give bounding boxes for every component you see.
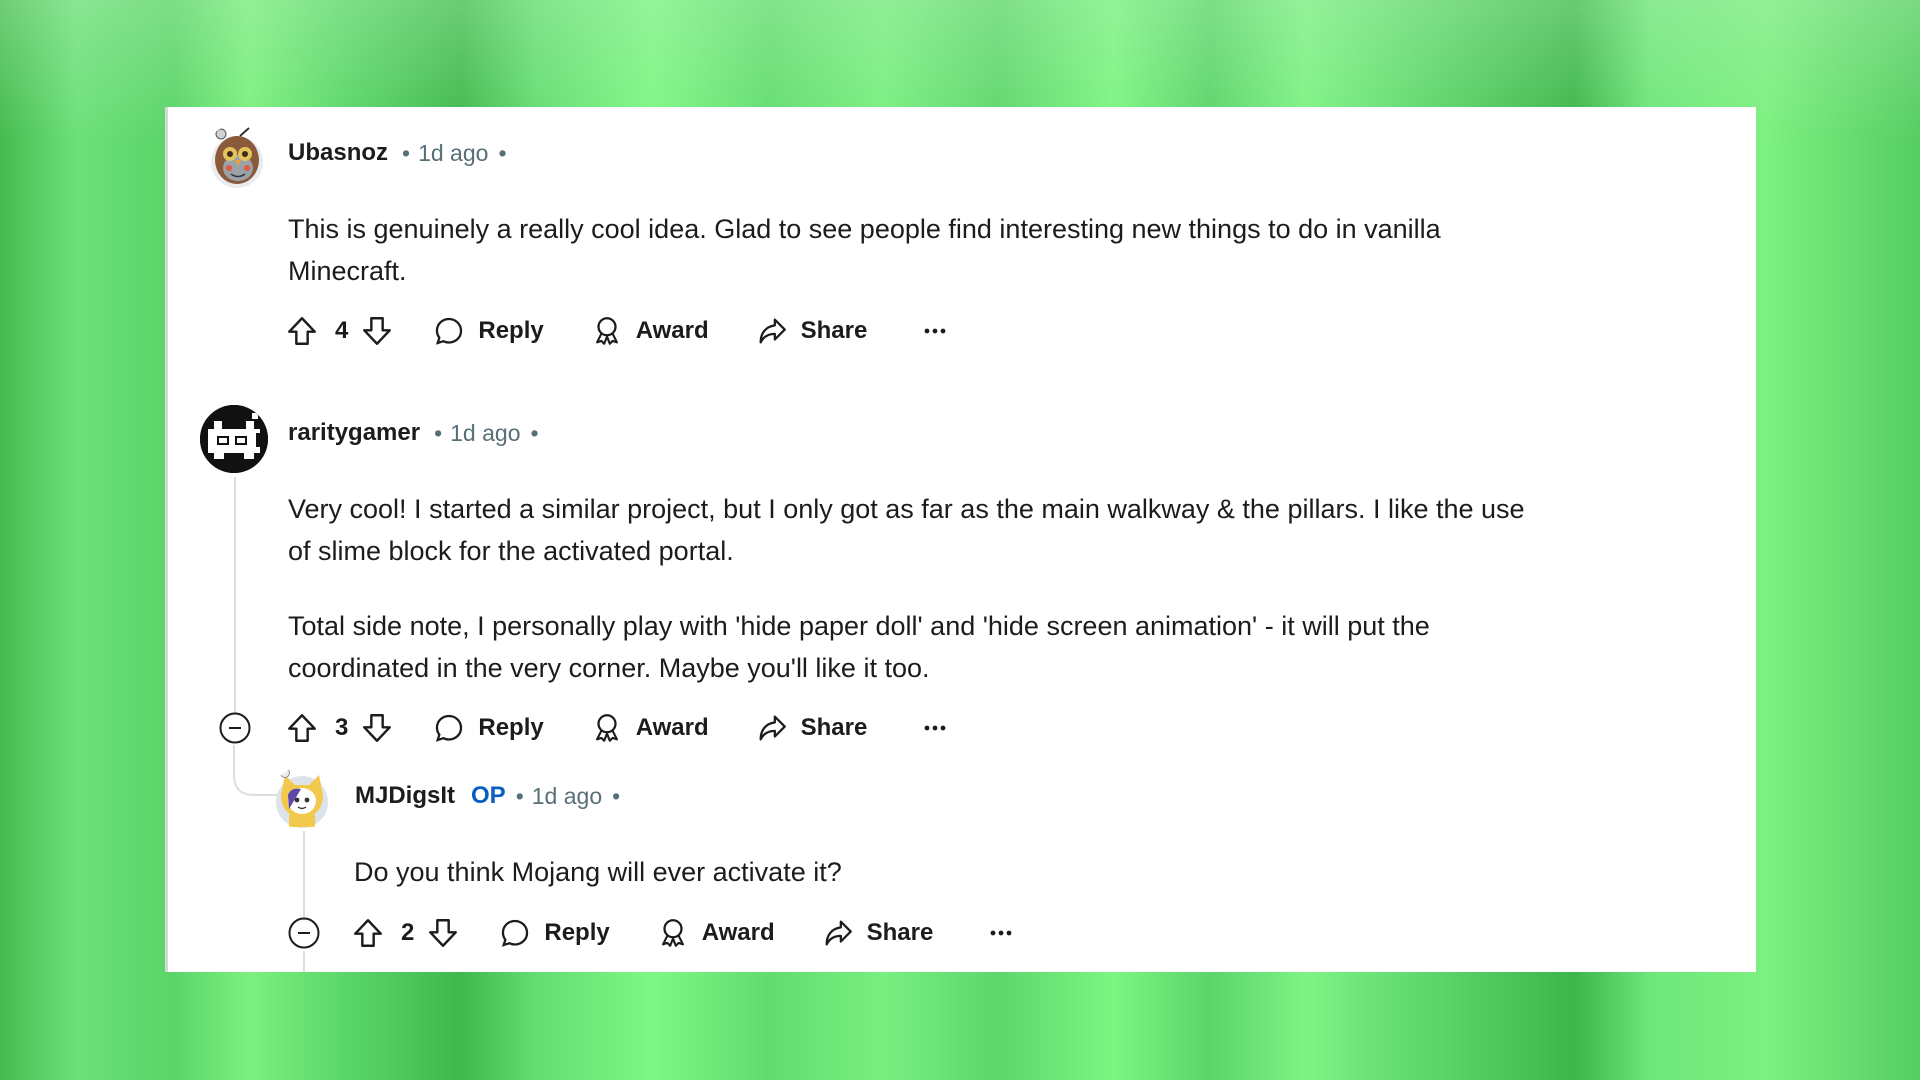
award-icon <box>590 711 624 745</box>
award-icon <box>656 916 690 950</box>
comment-body: This is genuinely a really cool idea. Gl… <box>288 208 1441 292</box>
reply-label: Reply <box>544 919 610 946</box>
award-label: Award <box>701 919 775 946</box>
reply-label: Reply <box>478 317 544 344</box>
separator-dot: • <box>498 139 507 166</box>
thread-line[interactable] <box>303 831 305 927</box>
share-button[interactable]: Share <box>821 916 934 950</box>
share-arrow-icon <box>755 711 789 745</box>
upvote-icon[interactable] <box>351 916 385 950</box>
action-bar: 2 Reply Award Share <box>351 911 1013 955</box>
reply-label: Reply <box>478 714 544 741</box>
timestamp[interactable]: 1d ago <box>532 783 602 810</box>
body-line: Very cool! I started a similar project, … <box>288 494 1525 524</box>
body-line: of slime block for the activated portal. <box>288 536 734 566</box>
avatar-mjdigsit[interactable] <box>271 767 333 829</box>
thread-line[interactable] <box>234 477 236 713</box>
separator-dot: • <box>434 419 443 446</box>
reply-button[interactable]: Reply <box>498 916 610 950</box>
owl-avatar-icon <box>211 127 263 188</box>
vote-count: 3 <box>335 714 349 741</box>
comment-header: raritygamer • 1d ago • <box>288 419 539 447</box>
pixel-invader-avatar-icon <box>200 405 268 473</box>
award-button[interactable]: Award <box>590 711 709 745</box>
downvote-icon[interactable] <box>426 916 460 950</box>
username-link[interactable]: MJDigsIt <box>355 782 455 810</box>
award-label: Award <box>635 714 709 741</box>
share-label: Share <box>866 919 934 946</box>
collapse-thread-button[interactable] <box>288 917 320 949</box>
shiba-avatar-icon <box>276 768 328 828</box>
vote-count: 4 <box>335 317 349 344</box>
award-icon <box>590 314 624 348</box>
comment-thread-card: Ubasnoz • 1d ago • This is genuinely a r… <box>165 107 1756 972</box>
thread-line <box>303 951 305 972</box>
upvote-icon[interactable] <box>285 314 319 348</box>
share-button[interactable]: Share <box>755 711 868 745</box>
award-button[interactable]: Award <box>656 916 775 950</box>
comment-bubble-icon <box>432 314 466 348</box>
reply-button[interactable]: Reply <box>432 314 544 348</box>
comment-bubble-icon <box>498 916 532 950</box>
more-options-icon[interactable] <box>923 723 947 733</box>
body-line: Minecraft. <box>288 256 407 286</box>
username-link[interactable]: raritygamer <box>288 419 420 447</box>
body-line: coordinated in the very corner. Maybe yo… <box>288 653 930 683</box>
award-button[interactable]: Award <box>590 314 709 348</box>
share-button[interactable]: Share <box>755 314 868 348</box>
comment-header: Ubasnoz • 1d ago • <box>288 139 507 167</box>
separator-dot: • <box>530 419 539 446</box>
share-arrow-icon <box>821 916 855 950</box>
avatar-raritygamer[interactable] <box>200 405 268 473</box>
award-label: Award <box>635 317 709 344</box>
vote-count: 2 <box>401 919 415 946</box>
comment-header: MJDigsIt OP • 1d ago • <box>355 782 620 810</box>
comment-bubble-icon <box>432 711 466 745</box>
downvote-icon[interactable] <box>360 711 394 745</box>
collapse-thread-button[interactable] <box>219 712 251 744</box>
timestamp[interactable]: 1d ago <box>418 140 488 167</box>
avatar-ubasnoz[interactable] <box>205 124 269 188</box>
downvote-icon[interactable] <box>360 314 394 348</box>
timestamp[interactable]: 1d ago <box>450 420 520 447</box>
body-line: Total side note, I personally play with … <box>288 611 1430 641</box>
more-options-icon[interactable] <box>923 326 947 336</box>
share-label: Share <box>800 317 868 344</box>
separator-dot: • <box>515 782 524 809</box>
comment-body: Very cool! I started a similar project, … <box>288 488 1525 689</box>
action-bar: 3 Reply Award Share <box>285 706 947 750</box>
username-link[interactable]: Ubasnoz <box>288 139 388 167</box>
share-label: Share <box>800 714 868 741</box>
body-line: This is genuinely a really cool idea. Gl… <box>288 214 1441 244</box>
reply-button[interactable]: Reply <box>432 711 544 745</box>
share-arrow-icon <box>755 314 789 348</box>
separator-dot: • <box>402 139 411 166</box>
body-line: Do you think Mojang will ever activate i… <box>354 857 842 887</box>
action-bar: 4 Reply Award Share <box>285 309 947 353</box>
comment-body: Do you think Mojang will ever activate i… <box>354 851 842 893</box>
upvote-icon[interactable] <box>285 711 319 745</box>
more-options-icon[interactable] <box>989 928 1013 938</box>
separator-dot: • <box>612 782 621 809</box>
op-badge: OP <box>471 782 506 809</box>
